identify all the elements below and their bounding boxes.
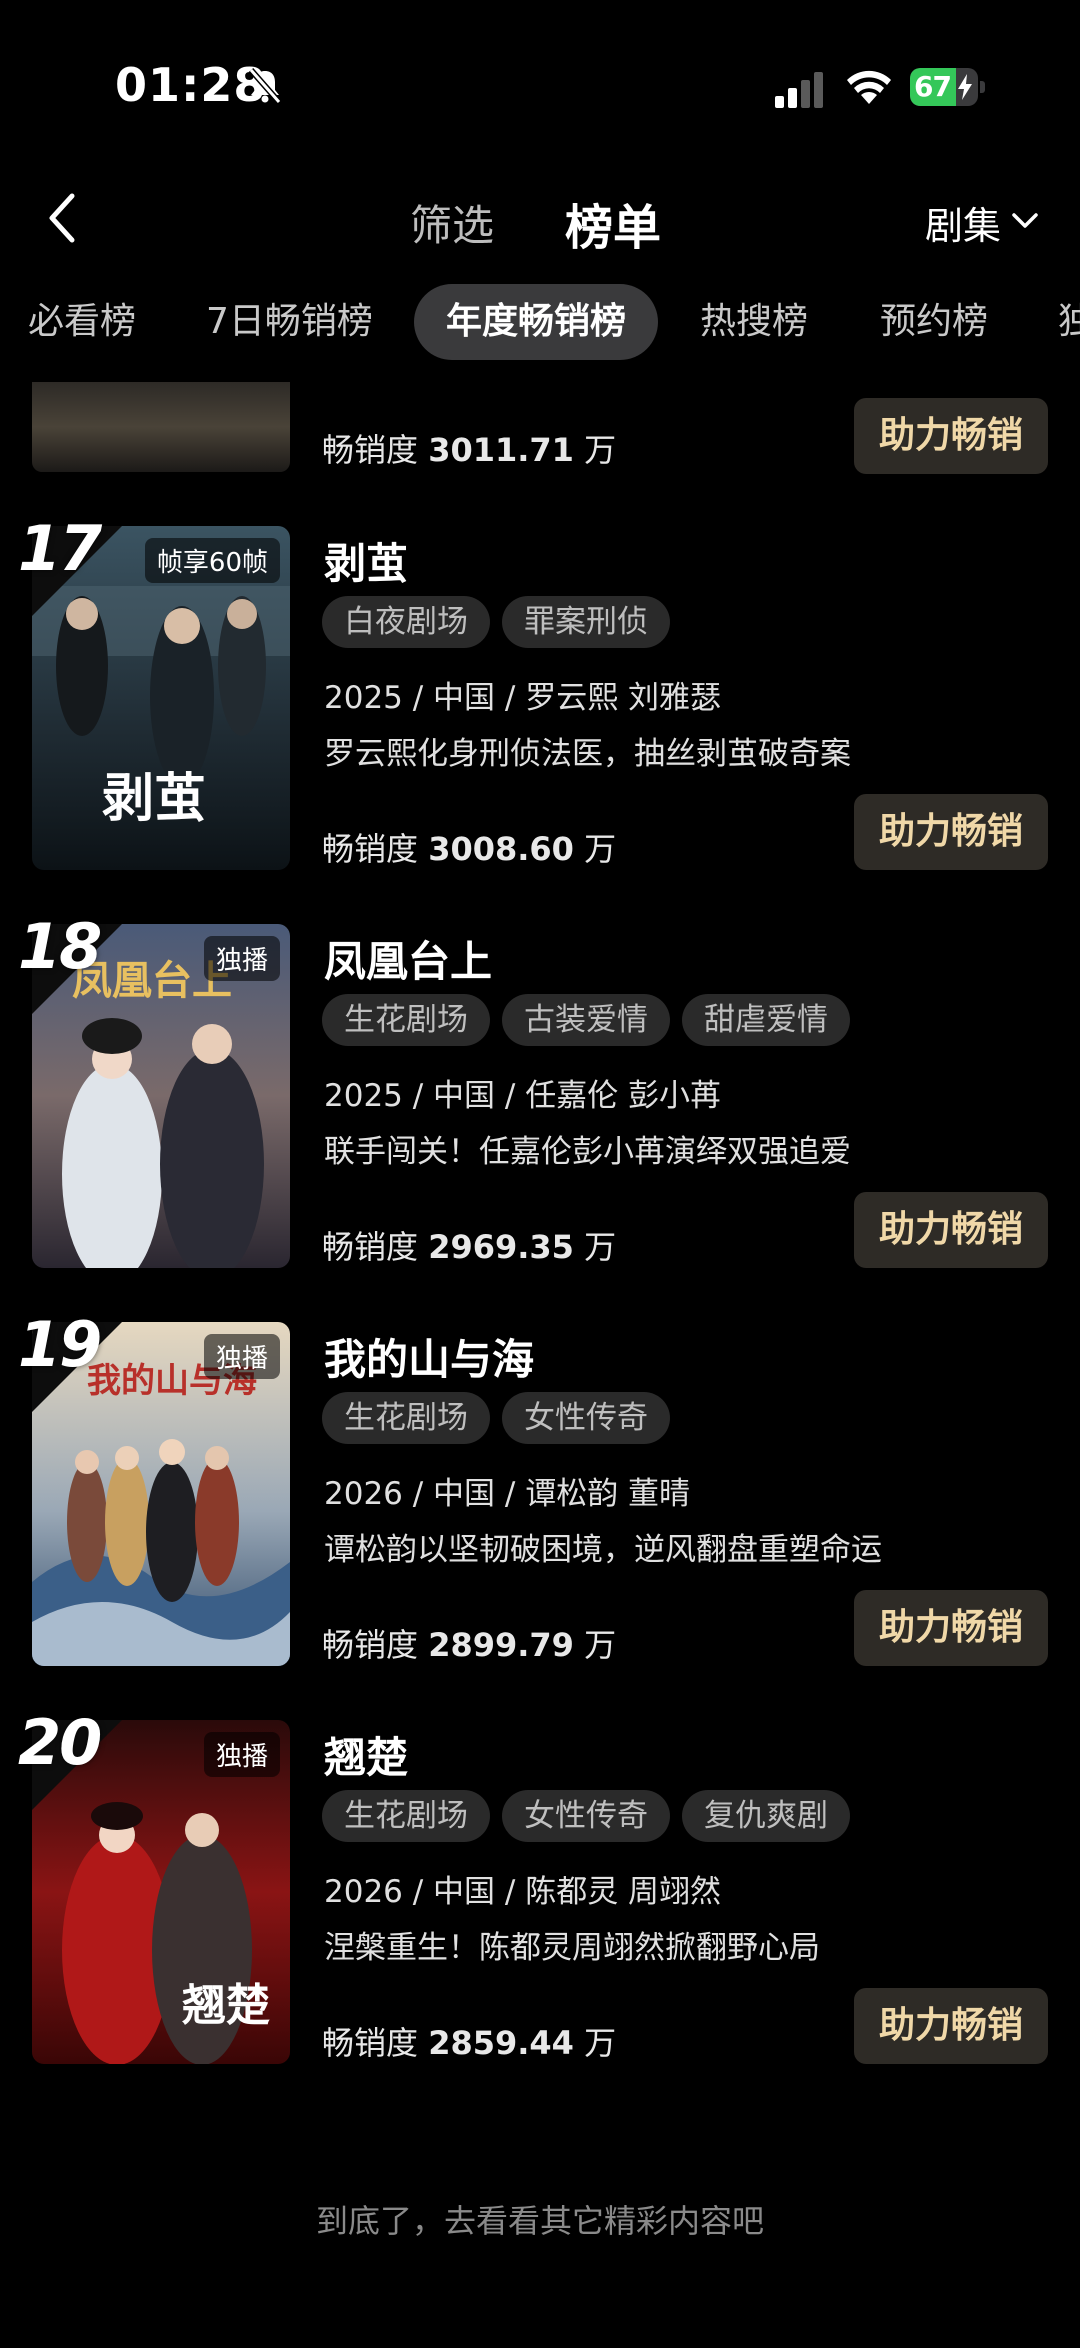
genre-tag[interactable]: 复仇爽剧: [682, 1790, 850, 1842]
item-meta: 2025 / 中国 / 任嘉伦 彭小苒: [324, 1078, 722, 1114]
poster-title-art: 翘楚: [181, 1980, 270, 2031]
poster-badge: 独播: [203, 1732, 280, 1777]
battery-percent: 67: [914, 70, 952, 103]
item-meta: 2025 / 中国 / 罗云熙 刘雅瑟: [324, 680, 722, 716]
genre-tag[interactable]: 古装爱情: [502, 994, 670, 1046]
boost-sales-button[interactable]: 助力畅销: [854, 1988, 1048, 2064]
genre-tag[interactable]: 生花剧场: [322, 994, 490, 1046]
signal-icon: [775, 72, 823, 108]
tag-list: 生花剧场 古装爱情 甜虐爱情: [322, 994, 850, 1046]
item-meta: 2026 / 中国 / 谭松韵 董晴: [324, 1476, 691, 1512]
poster-badge: 独播: [203, 1334, 280, 1379]
tab-annual-bestseller[interactable]: 年度畅销榜: [414, 284, 659, 360]
rank-number: 20: [18, 1706, 102, 1779]
sales-score: 畅销度 3008.60 万: [322, 830, 617, 868]
tab-exclusive[interactable]: 独: [1058, 284, 1080, 360]
tab-reservation[interactable]: 预约榜: [880, 284, 988, 360]
item-meta: 2026 / 中国 / 陈都灵 周翊然: [324, 1874, 722, 1910]
boost-sales-button[interactable]: 助力畅销: [854, 398, 1048, 474]
header: 筛选 榜单 剧集: [0, 170, 1080, 270]
poster-image[interactable]: [32, 382, 290, 472]
tag-list: 生花剧场 女性传奇: [322, 1392, 670, 1444]
boost-sales-button[interactable]: 助力畅销: [854, 794, 1048, 870]
rank-number: 18: [18, 910, 102, 983]
back-button[interactable]: [40, 188, 90, 248]
sales-score: 畅销度 3011.71 万: [322, 431, 617, 469]
tab-must-watch[interactable]: 必看榜: [28, 284, 136, 360]
list-item[interactable]: 凤凰台上 独播 18 凤凰台上 生花剧场 古装爱情 甜虐爱情 2025 / 中国…: [0, 910, 1080, 1284]
item-title[interactable]: 凤凰台上: [324, 928, 492, 989]
status-time: 01:28: [115, 58, 267, 112]
genre-tag[interactable]: 生花剧场: [322, 1392, 490, 1444]
category-select[interactable]: 剧集: [925, 195, 1001, 250]
wifi-icon: [847, 70, 891, 104]
list-item[interactable]: 剥茧 帧享60帧 17 剥茧 白夜剧场 罪案刑侦 2025 / 中国 / 罗云熙…: [0, 512, 1080, 886]
genre-tag[interactable]: 女性传奇: [502, 1392, 670, 1444]
item-description: 涅槃重生！陈都灵周翊然掀翻野心局: [324, 1930, 820, 1966]
tab-hot-search[interactable]: 热搜榜: [700, 284, 808, 360]
genre-tag[interactable]: 女性传奇: [502, 1790, 670, 1842]
tag-list: 白夜剧场 罪案刑侦: [322, 596, 670, 648]
sales-score: 畅销度 2859.44 万: [322, 2024, 617, 2062]
boost-sales-button[interactable]: 助力畅销: [854, 1590, 1048, 1666]
tab-7day-bestseller[interactable]: 7日畅销榜: [206, 284, 373, 360]
rank-number: 19: [18, 1308, 102, 1381]
item-description: 谭松韵以坚韧破困境，逆风翻盘重塑命运: [324, 1532, 882, 1568]
genre-tag[interactable]: 生花剧场: [322, 1790, 490, 1842]
list-item[interactable]: 翘楚 独播 20 翘楚 生花剧场 女性传奇 复仇爽剧 2026 / 中国 / 陈…: [0, 1706, 1080, 2080]
bolt-icon: [958, 74, 972, 100]
end-of-list-note: 到底了，去看看其它精彩内容吧: [315, 2202, 764, 2240]
tag-list: 生花剧场 女性传奇 复仇爽剧: [322, 1790, 850, 1842]
genre-tag[interactable]: 白夜剧场: [322, 596, 490, 648]
bell-muted-icon: [248, 68, 282, 104]
boost-sales-button[interactable]: 助力畅销: [854, 1192, 1048, 1268]
poster-badge: 独播: [203, 936, 280, 981]
item-title[interactable]: 翘楚: [324, 1724, 408, 1785]
chevron-down-icon[interactable]: [1010, 210, 1040, 232]
battery-charging-icon: 67: [910, 68, 986, 106]
rank-tabs: 必看榜 7日畅销榜 年度畅销榜 热搜榜 预约榜 独: [0, 284, 1080, 360]
item-description: 罗云熙化身刑侦法医，抽丝剥茧破奇案: [324, 736, 851, 772]
poster-title-art: 剥茧: [102, 768, 206, 829]
item-title[interactable]: 我的山与海: [324, 1326, 534, 1387]
genre-tag[interactable]: 甜虐爱情: [682, 994, 850, 1046]
item-title[interactable]: 剥茧: [324, 530, 408, 591]
rank-number: 17: [18, 512, 102, 585]
genre-tag[interactable]: 罪案刑侦: [502, 596, 670, 648]
status-bar: 01:28 67: [0, 0, 1080, 170]
sales-score: 畅销度 2969.35 万: [322, 1228, 617, 1266]
list-item[interactable]: 我的山与海 独播 19 我的山与海 生花剧场 女性传奇 2026 / 中国 / …: [0, 1308, 1080, 1682]
header-tab-filter[interactable]: 筛选: [410, 192, 494, 253]
sales-score: 畅销度 2899.79 万: [322, 1626, 617, 1664]
item-description: 联手闯关！任嘉伦彭小苒演绎双强追爱: [324, 1134, 851, 1170]
header-tab-rank[interactable]: 榜单: [565, 188, 661, 258]
poster-badge: 帧享60帧: [144, 538, 280, 583]
